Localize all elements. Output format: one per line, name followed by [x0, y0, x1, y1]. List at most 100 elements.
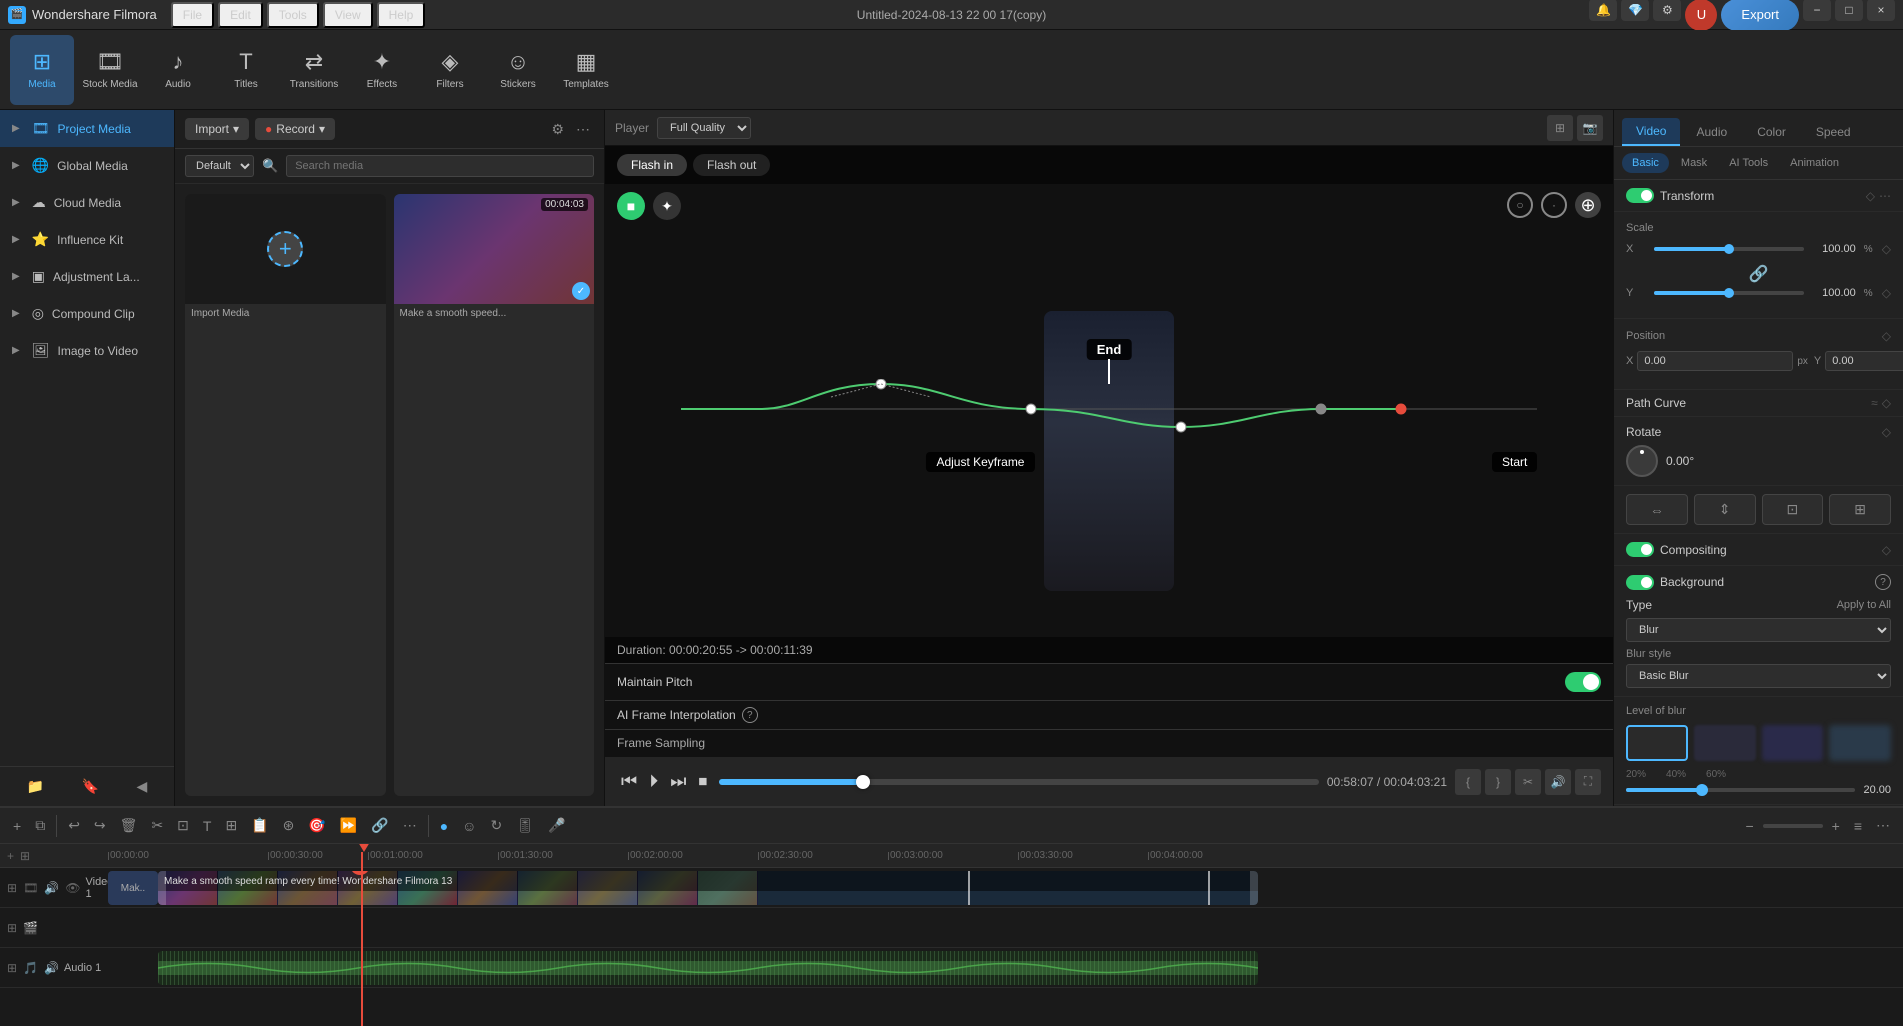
blur-style-select[interactable]: Basic Blur Mosaic: [1626, 664, 1891, 688]
blur-slider[interactable]: [1626, 788, 1855, 792]
menu-view[interactable]: View: [323, 2, 373, 28]
clip-left-handle[interactable]: [158, 871, 166, 905]
ai-frame-info-icon[interactable]: ?: [742, 707, 758, 723]
scale-link-icon[interactable]: 🔗: [1749, 264, 1769, 284]
paste-button[interactable]: 📋: [246, 814, 273, 837]
timeline-tracks[interactable]: 00:00:00 00:00:30:00 00:01:00:00 00:01:3…: [108, 844, 1903, 1026]
menu-tools[interactable]: Tools: [267, 2, 319, 28]
pos-x-input[interactable]: [1637, 351, 1793, 371]
video1-eye-button[interactable]: 👁: [64, 880, 81, 896]
skip-back-button[interactable]: ⏮: [617, 767, 641, 796]
split-button[interactable]: ✂: [1515, 769, 1541, 795]
zoom-out-button[interactable]: −: [1740, 815, 1758, 837]
video1-audio-button[interactable]: 🔊: [43, 880, 60, 896]
snapshot-button[interactable]: 📷: [1577, 115, 1603, 141]
timeline-active-tool[interactable]: ●: [435, 815, 453, 837]
background-info-icon[interactable]: ?: [1875, 574, 1891, 590]
tool-titles[interactable]: T Titles: [214, 35, 278, 105]
audio1-track-type[interactable]: 🎵: [22, 960, 39, 976]
sticker-add-button[interactable]: ☺: [457, 815, 481, 837]
sidebar-item-adjustment-layer[interactable]: ▶ ▣ Adjustment La...: [0, 258, 174, 295]
menu-edit[interactable]: Edit: [218, 2, 263, 28]
rotate-keyframe-icon[interactable]: ◇: [1882, 425, 1891, 439]
speed-button[interactable]: ⏩: [335, 814, 362, 837]
scale-y-thumb[interactable]: [1724, 288, 1734, 298]
skip-forward-button[interactable]: ⏭: [666, 767, 690, 796]
win-maximize[interactable]: □: [1835, 0, 1863, 21]
position-keyframe-icon[interactable]: ◇: [1882, 329, 1891, 343]
split-clip-button[interactable]: ⊡: [172, 814, 194, 837]
in-point-button[interactable]: {: [1455, 769, 1481, 795]
flash-in-tab[interactable]: Flash in: [617, 154, 687, 176]
transform-toggle[interactable]: [1626, 188, 1654, 203]
menu-help[interactable]: Help: [377, 2, 426, 28]
new-folder-button[interactable]: 📁: [22, 775, 49, 798]
progress-bar[interactable]: [719, 779, 1318, 785]
video1-main-clip[interactable]: Make a smooth speed ramp every time! Won…: [158, 871, 1258, 905]
add-video-track-button[interactable]: +: [6, 848, 15, 864]
more-options-button[interactable]: ⋯: [572, 119, 594, 140]
speed-add-button[interactable]: ⊕: [1575, 192, 1601, 218]
video1-track-type[interactable]: 🎞: [22, 880, 39, 896]
empty-track-add[interactable]: ⊞: [6, 920, 18, 936]
flip-option4-button[interactable]: ⊞: [1829, 494, 1891, 525]
blur-slider-thumb[interactable]: [1696, 784, 1708, 796]
tool-stickers[interactable]: ☺ Stickers: [486, 35, 550, 105]
record-button[interactable]: ● Record ▾: [255, 118, 335, 140]
crop-button[interactable]: ⊞: [220, 814, 242, 837]
tool-filters[interactable]: ◈ Filters: [418, 35, 482, 105]
video1-add-button[interactable]: ⊞: [6, 880, 18, 896]
delete-button[interactable]: 🗑: [115, 814, 143, 837]
background-toggle[interactable]: [1626, 575, 1654, 590]
search-input[interactable]: [286, 155, 594, 177]
flip-vertical-button[interactable]: ⇕: [1694, 494, 1756, 525]
video-media-item[interactable]: 00:04:03 ✓ Make a smooth speed...: [394, 194, 595, 796]
import-button[interactable]: Import ▾: [185, 118, 249, 140]
speed-green-button[interactable]: ■: [617, 192, 645, 220]
grid-view-button[interactable]: ⊞: [1547, 115, 1573, 141]
audio1-mute-button[interactable]: 🔊: [43, 960, 60, 976]
link-button[interactable]: 🔗: [366, 814, 393, 837]
quality-select[interactable]: Full Quality 1/2 Quality 1/4 Quality: [657, 117, 751, 139]
menu-file[interactable]: File: [171, 2, 214, 28]
settings-button[interactable]: ⚙: [1653, 0, 1681, 21]
tab-video[interactable]: Video: [1622, 118, 1680, 146]
filter-button[interactable]: ⚙: [547, 119, 568, 140]
sub-tab-ai-tools[interactable]: AI Tools: [1719, 153, 1778, 173]
tool-media[interactable]: ⊞ Media: [10, 35, 74, 105]
tool-audio[interactable]: ♪ Audio: [146, 35, 210, 105]
avatar[interactable]: U: [1685, 0, 1717, 31]
notif-button[interactable]: 💎: [1621, 0, 1649, 21]
transform-expand-icon[interactable]: ⋯: [1879, 189, 1891, 203]
speed-minus-button[interactable]: ○: [1507, 192, 1533, 218]
add-marker-button[interactable]: 🔖: [77, 775, 104, 798]
type-select[interactable]: Blur Color Image: [1626, 618, 1891, 642]
scale-x-slider[interactable]: [1654, 247, 1804, 251]
out-point-button[interactable]: }: [1485, 769, 1511, 795]
scale-x-thumb[interactable]: [1724, 244, 1734, 254]
sort-select[interactable]: Default: [185, 155, 254, 177]
video1-small-clip[interactable]: Mak..: [108, 871, 158, 905]
audio-mixer-button[interactable]: 🎚: [511, 814, 539, 837]
redo-button[interactable]: ↪: [89, 814, 111, 837]
playhead-marker[interactable]: [358, 844, 370, 852]
flip-option3-button[interactable]: ⊡: [1762, 494, 1824, 525]
flash-out-tab[interactable]: Flash out: [693, 154, 770, 176]
sub-tab-mask[interactable]: Mask: [1671, 153, 1717, 173]
tab-color[interactable]: Color: [1743, 118, 1800, 146]
voiceover-button[interactable]: 🎤: [543, 814, 570, 837]
export-button[interactable]: Export: [1721, 0, 1799, 31]
compositing-section-header[interactable]: Compositing ◇: [1614, 534, 1903, 566]
minimize-button[interactable]: 🔔: [1589, 0, 1617, 21]
sidebar-item-influence-kit[interactable]: ▶ ⭐ Influence Kit: [0, 221, 174, 258]
blur-swatch-0[interactable]: [1626, 725, 1688, 761]
text-tool-button[interactable]: T: [198, 815, 217, 837]
tool-stock-media[interactable]: 🎞 Stock Media: [78, 35, 142, 105]
sidebar-item-image-to-video[interactable]: ▶ 🖼 Image to Video: [0, 332, 174, 369]
motion-button[interactable]: 🎯: [303, 814, 330, 837]
sidebar-item-cloud-media[interactable]: ▶ ☁ Cloud Media: [0, 184, 174, 221]
sidebar-item-project-media[interactable]: ▶ 🎞 Project Media: [0, 110, 174, 147]
win-close[interactable]: ×: [1867, 0, 1895, 21]
video-track-options-button[interactable]: ⊞: [19, 848, 31, 864]
volume-button[interactable]: 🔊: [1545, 769, 1571, 795]
